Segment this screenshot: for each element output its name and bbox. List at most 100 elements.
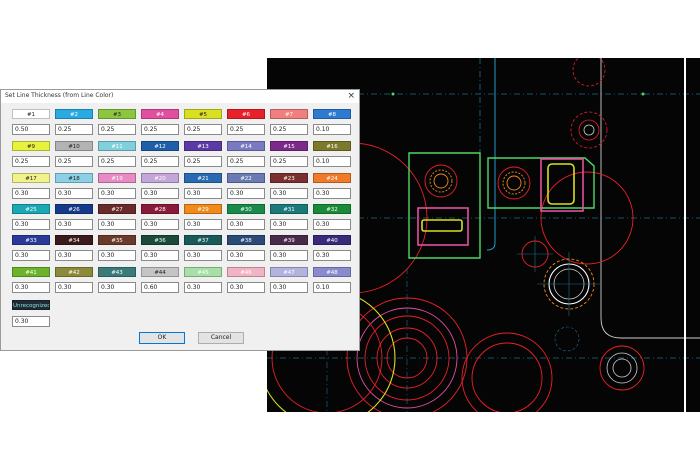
thickness-input[interactable]: 0.30 <box>227 219 265 230</box>
thickness-input[interactable]: 0.30 <box>141 188 179 199</box>
color-swatch: #30 <box>227 204 265 214</box>
thickness-input[interactable]: 0.30 <box>184 219 222 230</box>
color-swatch: #42 <box>55 267 93 277</box>
thickness-input[interactable]: 0.30 <box>98 250 136 261</box>
yellow-slot-left <box>421 219 463 232</box>
thickness-input[interactable]: 0.30 <box>12 219 50 230</box>
thickness-input[interactable]: 0.25 <box>98 156 136 167</box>
color-swatch: #46 <box>227 267 265 277</box>
color-swatch: #9 <box>12 141 50 151</box>
thickness-input[interactable]: 0.30 <box>270 219 308 230</box>
color-swatch: #3 <box>98 109 136 119</box>
thickness-input[interactable]: 0.10 <box>313 124 351 135</box>
color-swatch: #14 <box>227 141 265 151</box>
thickness-input[interactable]: 0.30 <box>313 188 351 199</box>
dialog-titlebar[interactable]: Set Line Thickness (from Line Color) × <box>1 90 359 103</box>
thickness-input[interactable]: 0.10 <box>313 282 351 293</box>
color-swatch: #7 <box>270 109 308 119</box>
thickness-input[interactable]: 0.25 <box>55 124 93 135</box>
color-swatch: #34 <box>55 235 93 245</box>
color-swatch: #17 <box>12 173 50 183</box>
thickness-input[interactable]: 0.30 <box>270 282 308 293</box>
thickness-input[interactable]: 0.30 <box>55 219 93 230</box>
color-swatch: #21 <box>184 173 222 183</box>
thickness-input[interactable]: 0.30 <box>270 188 308 199</box>
thickness-input[interactable]: 0.25 <box>141 156 179 167</box>
thickness-input[interactable]: 0.30 <box>184 250 222 261</box>
color-swatch: #16 <box>313 141 351 151</box>
set-line-thickness-dialog: Set Line Thickness (from Line Color) × #… <box>0 89 360 351</box>
thickness-input[interactable]: 0.30 <box>12 188 50 199</box>
thickness-input[interactable]: 0.25 <box>184 124 222 135</box>
color-swatch: #32 <box>313 204 351 214</box>
thickness-input[interactable]: 0.50 <box>12 124 50 135</box>
color-swatch: #28 <box>141 204 179 214</box>
thickness-input[interactable]: 0.30 <box>98 282 136 293</box>
color-swatch: #4 <box>141 109 179 119</box>
profile-arc-1 <box>486 242 496 251</box>
thickness-input[interactable]: 0.25 <box>227 124 265 135</box>
thickness-input[interactable]: 0.30 <box>184 282 222 293</box>
close-icon[interactable]: × <box>347 90 355 102</box>
thickness-input[interactable]: 0.25 <box>141 124 179 135</box>
thickness-input[interactable]: 0.25 <box>184 156 222 167</box>
thickness-input[interactable]: 0.30 <box>313 219 351 230</box>
unrecognized-color-swatch: Unrecognized Col <box>12 300 50 310</box>
thickness-input[interactable]: 0.30 <box>227 282 265 293</box>
thickness-input[interactable]: 0.30 <box>227 250 265 261</box>
thickness-input[interactable]: 0.30 <box>55 188 93 199</box>
color-swatch: #47 <box>270 267 308 277</box>
color-swatch: #38 <box>227 235 265 245</box>
dialog-title: Set Line Thickness (from Line Color) <box>5 92 114 99</box>
thickness-input[interactable]: 0.25 <box>270 124 308 135</box>
thickness-input[interactable]: 0.30 <box>55 250 93 261</box>
color-swatch: #22 <box>227 173 265 183</box>
ok-button[interactable]: OK <box>139 332 185 344</box>
thickness-input[interactable]: 0.25 <box>270 156 308 167</box>
thickness-input[interactable]: 0.30 <box>141 250 179 261</box>
color-swatch: #11 <box>98 141 136 151</box>
color-swatch: #25 <box>12 204 50 214</box>
color-swatch: #12 <box>141 141 179 151</box>
color-swatch: #31 <box>270 204 308 214</box>
thickness-input[interactable]: 0.10 <box>313 156 351 167</box>
thickness-input[interactable]: 0.30 <box>141 219 179 230</box>
color-swatch: #6 <box>227 109 265 119</box>
color-swatch: #8 <box>313 109 351 119</box>
cancel-button[interactable]: Cancel <box>198 332 244 344</box>
color-swatch: #23 <box>270 173 308 183</box>
color-swatch: #33 <box>12 235 50 245</box>
color-swatch: #19 <box>98 173 136 183</box>
thickness-input[interactable]: 0.25 <box>98 124 136 135</box>
thickness-input[interactable]: 0.30 <box>227 188 265 199</box>
thickness-input[interactable]: 0.25 <box>12 156 50 167</box>
color-swatch: #41 <box>12 267 50 277</box>
yellow-slot-right <box>547 163 575 205</box>
color-swatch: #36 <box>141 235 179 245</box>
color-swatch: #29 <box>184 204 222 214</box>
color-swatch: #13 <box>184 141 222 151</box>
unrecognized-thickness-input[interactable]: 0.30 <box>12 316 50 327</box>
green-block-left <box>408 152 481 259</box>
color-swatch: #40 <box>313 235 351 245</box>
color-swatch: #20 <box>141 173 179 183</box>
thickness-input[interactable]: 0.30 <box>270 250 308 261</box>
pink-pocket-left <box>417 207 469 246</box>
color-swatch: #45 <box>184 267 222 277</box>
thickness-input[interactable]: 0.30 <box>184 188 222 199</box>
color-swatch: #15 <box>270 141 308 151</box>
thickness-input[interactable]: 0.25 <box>227 156 265 167</box>
thickness-input[interactable]: 0.30 <box>55 282 93 293</box>
thickness-input[interactable]: 0.25 <box>55 156 93 167</box>
thickness-input[interactable]: 0.30 <box>98 188 136 199</box>
thickness-input[interactable]: 0.30 <box>313 250 351 261</box>
color-swatch: #5 <box>184 109 222 119</box>
thickness-input[interactable]: 0.60 <box>141 282 179 293</box>
thickness-input[interactable]: 0.30 <box>98 219 136 230</box>
thickness-input[interactable]: 0.30 <box>12 282 50 293</box>
color-swatch: #37 <box>184 235 222 245</box>
color-swatch: #43 <box>98 267 136 277</box>
thickness-input[interactable]: 0.30 <box>12 250 50 261</box>
color-swatch: #18 <box>55 173 93 183</box>
color-swatch: #10 <box>55 141 93 151</box>
